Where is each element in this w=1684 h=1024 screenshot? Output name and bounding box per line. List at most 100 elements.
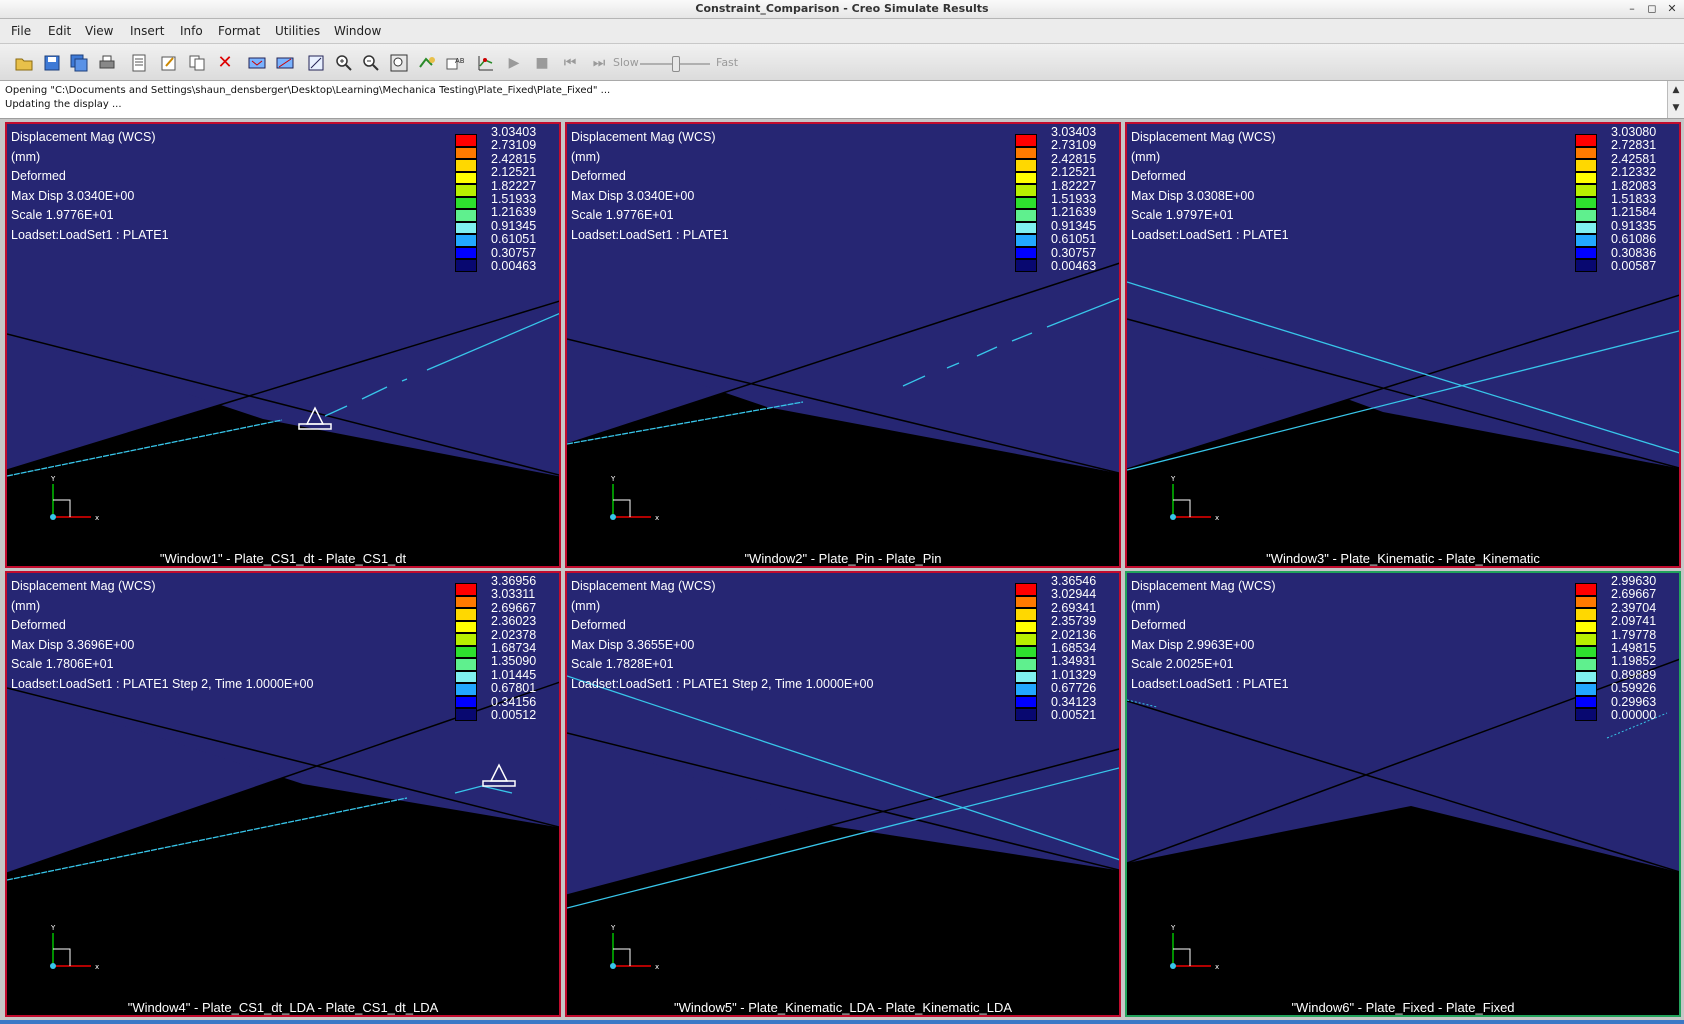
window-caption: "Window3" - Plate_Kinematic - Plate_Kine… (1266, 551, 1540, 566)
legend-swatch (1575, 221, 1597, 234)
stop-icon[interactable]: ■ (531, 52, 553, 74)
legend-swatch (1575, 708, 1597, 721)
legend-swatch (1015, 171, 1037, 184)
scroll-up-icon[interactable]: ▲ (1668, 81, 1684, 99)
result-window-4[interactable]: Displacement Mag (WCS) (mm) Deformed Max Di… (5, 571, 561, 1017)
menu-insert[interactable]: Insert (130, 24, 164, 38)
legend-swatch (1575, 234, 1597, 247)
speed-slider-thumb[interactable] (672, 56, 680, 72)
svg-text:Y: Y (610, 476, 616, 483)
legend-values: 3.03403 2.73109 2.42815 2.12521 1.82227 1.519… (1051, 125, 1097, 274)
legend-swatch (1015, 683, 1037, 696)
maximize-button[interactable]: ◻ (1644, 1, 1660, 16)
step-forward-icon[interactable]: ⏭ (588, 52, 610, 74)
print-icon[interactable] (96, 52, 118, 74)
view-icon[interactable] (416, 52, 438, 74)
window-caption: "Window2" - Plate_Pin - Plate_Pin (744, 551, 942, 566)
save-icon[interactable] (41, 52, 63, 74)
legend-swatch (1015, 633, 1037, 646)
status-bar (0, 1020, 1684, 1024)
legend-swatch (455, 695, 477, 708)
step-back-icon[interactable]: ⏮ (559, 52, 581, 74)
legend-swatch (1575, 695, 1597, 708)
legend-swatch (455, 246, 477, 259)
menu-view[interactable]: View (85, 24, 113, 38)
result-window-2[interactable]: Displacement Mag (WCS) (mm) Deformed Max Di… (565, 122, 1121, 568)
window-caption: "Window1" - Plate_CS1_dt - Plate_CS1_dt (159, 551, 407, 566)
menu-info[interactable]: Info (180, 24, 203, 38)
color-legend (1575, 134, 1601, 272)
legend-swatch (1015, 708, 1037, 721)
legend-swatch (455, 196, 477, 209)
menu-edit[interactable]: Edit (48, 24, 71, 38)
result-window-3[interactable]: Displacement Mag (WCS) (mm) Deformed Max Di… (1125, 122, 1681, 568)
legend-swatch (1575, 171, 1597, 184)
legend-swatch (455, 134, 477, 147)
legend-values: 3.03403 2.73109 2.42815 2.12521 1.82227 1.519… (491, 125, 537, 274)
legend-swatch (455, 595, 477, 608)
legend-swatch (1015, 221, 1037, 234)
legend-swatch (455, 633, 477, 646)
result-info: Displacement Mag (WCS) (mm) Deformed Max Di… (1131, 130, 1289, 242)
legend-values: 3.36546 3.02944 2.69341 2.35739 2.02136 1.685… (1051, 574, 1097, 723)
result-window-1[interactable]: Displacement Mag (WCS) (mm) Deformed Max Di… (5, 122, 561, 568)
svg-text:Y: Y (1170, 476, 1176, 483)
open-icon[interactable] (13, 52, 35, 74)
color-legend (1575, 583, 1601, 721)
copy-icon[interactable] (186, 52, 208, 74)
query-icon[interactable] (246, 52, 268, 74)
zoom-in-icon[interactable] (333, 52, 355, 74)
legend-swatch (455, 259, 477, 272)
scroll-down-icon[interactable]: ▼ (1668, 99, 1684, 117)
menu-file[interactable]: File (11, 24, 31, 38)
result-window-5[interactable]: Displacement Mag (WCS) (mm) Deformed Max Di… (565, 571, 1121, 1017)
result-info: Displacement Mag (WCS) (mm) Deformed Max Di… (11, 579, 314, 691)
legend-swatch (455, 171, 477, 184)
message-area: Opening "C:\Documents and Settings\shaun… (0, 81, 1684, 119)
svg-text:Y: Y (1170, 925, 1176, 932)
delete-icon[interactable]: ✕ (214, 52, 236, 74)
refit-icon[interactable] (388, 52, 410, 74)
legend-swatch (1575, 658, 1597, 671)
legend-swatch (1575, 583, 1597, 596)
window-caption: "Window5" - Plate_Kinematic_LDA - Plate_… (674, 1000, 1012, 1015)
legend-swatch (1015, 146, 1037, 159)
annotation-icon[interactable]: AB (444, 52, 466, 74)
legend-swatch (1015, 184, 1037, 197)
legend-swatch (1575, 670, 1597, 683)
play-icon[interactable]: ▶ (503, 52, 525, 74)
svg-text:Y: Y (50, 476, 56, 483)
edit-definition-icon[interactable] (158, 52, 180, 74)
close-button[interactable]: ✕ (1664, 1, 1680, 16)
save-all-icon[interactable] (68, 52, 90, 74)
message-line: Opening "C:\Documents and Settings\shaun… (5, 85, 611, 96)
legend-swatch (455, 683, 477, 696)
menu-window[interactable]: Window (334, 24, 381, 38)
zoom-out-icon[interactable] (360, 52, 382, 74)
menu-format[interactable]: Format (218, 24, 260, 38)
legend-swatch (1015, 159, 1037, 172)
legend-swatch (1575, 595, 1597, 608)
legend-swatch (1575, 259, 1597, 272)
color-legend (1015, 583, 1041, 721)
message-scrollbar[interactable]: ▲ ▼ (1667, 81, 1684, 118)
result-info: Displacement Mag (WCS) (mm) Deformed Max Di… (571, 130, 729, 242)
graph-icon[interactable] (475, 52, 497, 74)
legend-swatch (1575, 184, 1597, 197)
result-info: Displacement Mag (WCS) (mm) Deformed Max Di… (11, 130, 169, 242)
legend-values: 3.36956 3.03311 2.69667 2.36023 2.02378 1.687… (491, 574, 537, 723)
message-line: Updating the display ... (5, 99, 122, 110)
result-window-6[interactable]: Displacement Mag (WCS) (mm) Deformed Max Di… (1125, 571, 1681, 1017)
legend-swatch (455, 221, 477, 234)
minimize-button[interactable]: – (1624, 1, 1640, 16)
legend-swatch (1015, 234, 1037, 247)
info-icon[interactable] (305, 52, 327, 74)
dynamic-query-icon[interactable] (274, 52, 296, 74)
legend-swatch (1015, 645, 1037, 658)
title-bar: Constraint_Comparison - Creo Simulate Re… (0, 0, 1684, 19)
legend-swatch (1015, 583, 1037, 596)
legend-swatch (455, 658, 477, 671)
menu-utilities[interactable]: Utilities (275, 24, 320, 38)
legend-swatch (455, 159, 477, 172)
report-icon[interactable] (128, 52, 150, 74)
